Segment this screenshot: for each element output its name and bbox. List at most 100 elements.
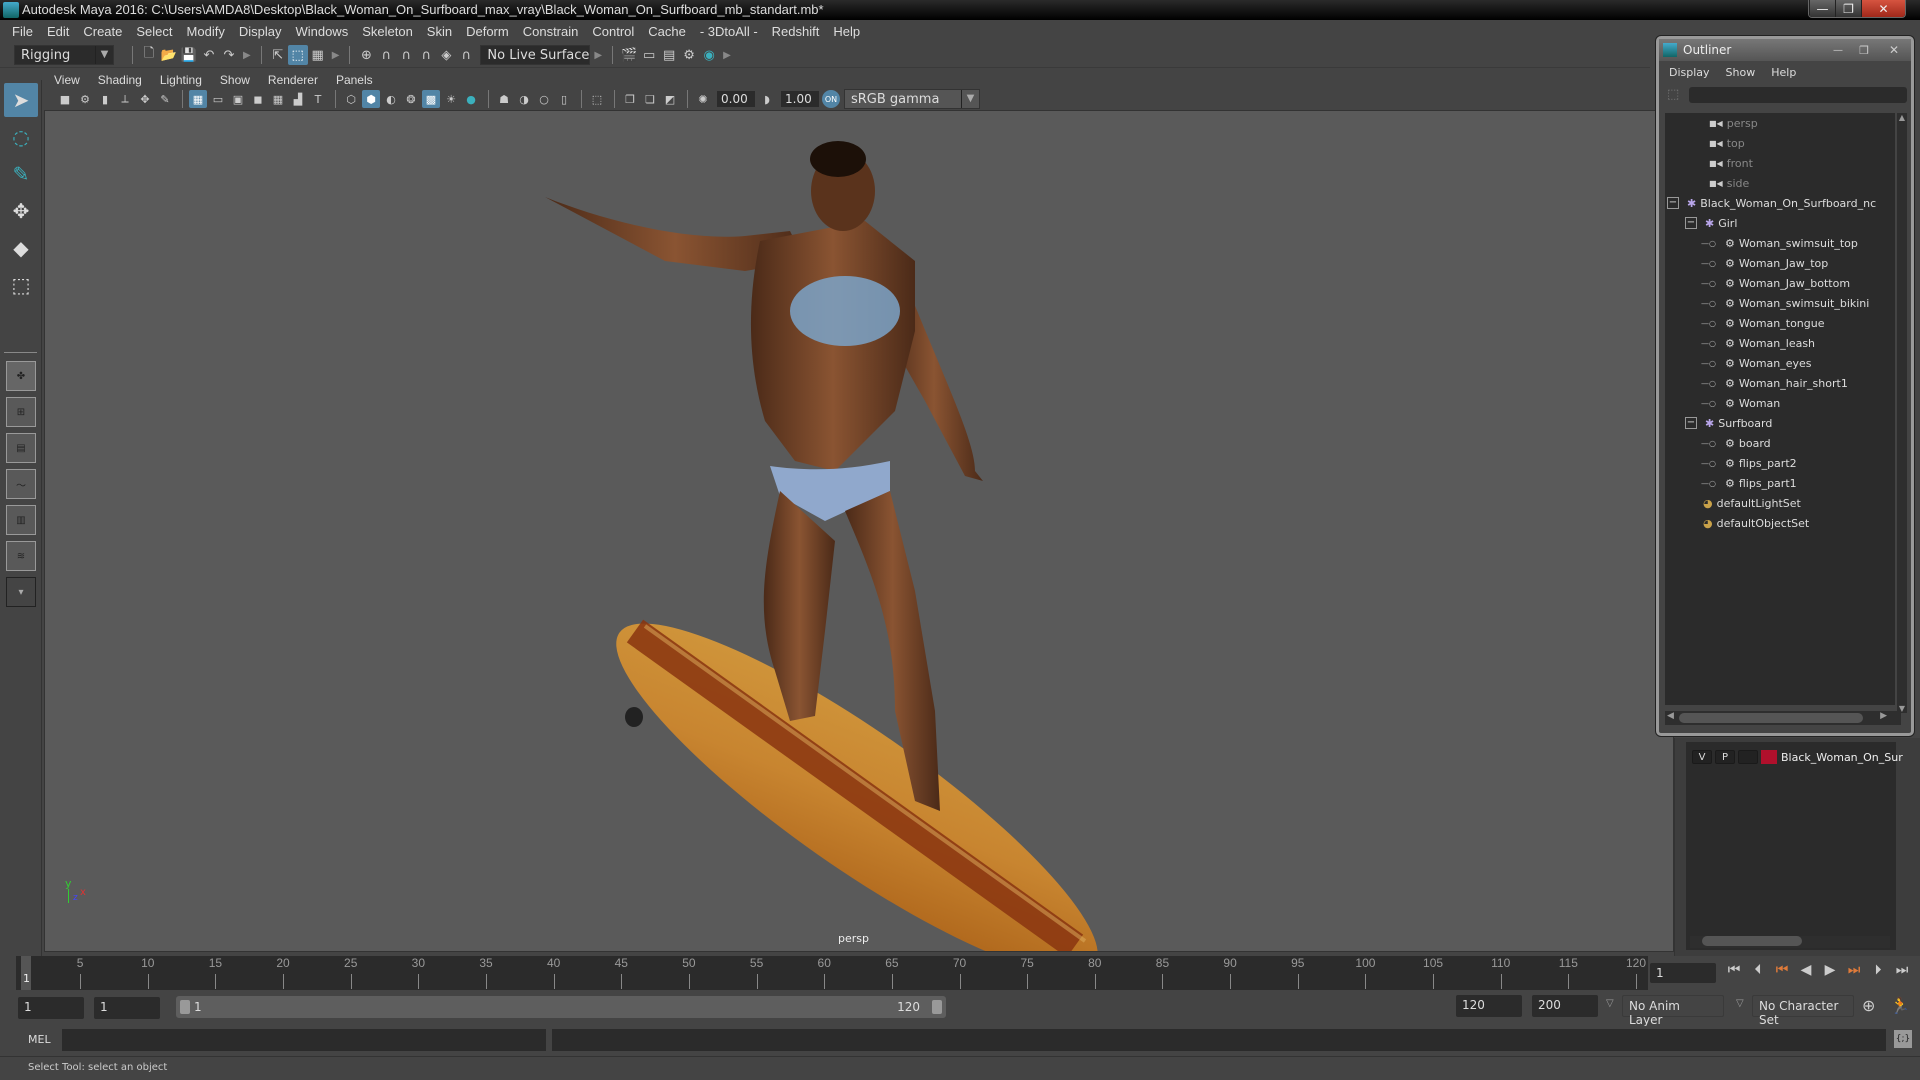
move-tool-icon[interactable]: ✥ xyxy=(4,194,38,228)
anim-layer-dropdown[interactable]: No Anim Layer xyxy=(1622,995,1724,1027)
panel-menu-view[interactable]: View xyxy=(54,73,80,87)
live-surface-field[interactable]: No Live Surface xyxy=(480,45,591,65)
panel-menu-lighting[interactable]: Lighting xyxy=(160,73,202,87)
range-start-handle[interactable] xyxy=(180,1000,190,1014)
film-gate-icon[interactable]: ▭ xyxy=(209,90,227,108)
outliner-item[interactable]: − ✱ Surfboard xyxy=(1665,413,1895,433)
snap-grid-icon[interactable]: ⊕ xyxy=(356,45,376,65)
safe-action-icon[interactable]: ▟ xyxy=(289,90,307,108)
outliner-menu-display[interactable]: Display xyxy=(1669,66,1710,79)
playback-end-field[interactable]: 120 xyxy=(1456,995,1522,1017)
panel-menu-shading[interactable]: Shading xyxy=(98,73,142,87)
end-time-field[interactable]: 200 xyxy=(1532,995,1598,1017)
start-time-field[interactable]: 1 xyxy=(18,997,84,1019)
textured-icon[interactable]: ▩ xyxy=(422,90,440,108)
outliner-item[interactable]: —○ ⚙ Woman_tongue xyxy=(1665,313,1895,333)
outliner-item[interactable]: ■◀ persp xyxy=(1665,113,1895,133)
step-back-key-icon[interactable]: ⏮ xyxy=(1772,962,1792,978)
outliner-item[interactable]: − ✱ Black_Woman_On_Surfboard_nc xyxy=(1665,193,1895,213)
menu-help[interactable]: Help xyxy=(833,24,860,39)
outliner-item[interactable]: —○ ⚙ Woman_Jaw_bottom xyxy=(1665,273,1895,293)
auto-key-icon[interactable]: ⊕ xyxy=(1862,996,1875,1015)
go-to-start-icon[interactable]: ⏮ xyxy=(1724,962,1744,978)
range-slider[interactable]: 1 120 xyxy=(176,996,946,1018)
script-editor-icon[interactable]: {;} xyxy=(1894,1030,1912,1048)
command-input[interactable] xyxy=(62,1029,546,1051)
outliner-item[interactable]: —○ ⚙ flips_part2 xyxy=(1665,453,1895,473)
snap-point-icon[interactable]: ∩ xyxy=(396,45,416,65)
collapse-arrow-icon[interactable]: ▶ xyxy=(243,50,251,61)
collapse-toggle-icon[interactable]: − xyxy=(1685,417,1697,429)
persp-graph-layout-icon[interactable]: 〜 xyxy=(6,469,36,499)
persp-outliner-layout-icon[interactable]: ▤ xyxy=(6,433,36,463)
menu-3dtoall[interactable]: - 3DtoAll - xyxy=(700,24,758,39)
menu-cache[interactable]: Cache xyxy=(648,24,686,39)
menu-edit[interactable]: Edit xyxy=(47,24,69,39)
depth-of-field-icon[interactable]: ▯ xyxy=(555,90,573,108)
redo-icon[interactable]: ↷ xyxy=(219,45,239,65)
perspective-viewport[interactable]: y z x xyxy=(44,110,1674,952)
grid-icon[interactable]: ▦ xyxy=(189,90,207,108)
step-forward-key-icon[interactable]: ⏭ xyxy=(1844,962,1864,978)
outliner-item[interactable]: —○ ⚙ board xyxy=(1665,433,1895,453)
layer-color-swatch[interactable] xyxy=(1761,750,1777,764)
anti-aliasing-icon[interactable]: ○ xyxy=(535,90,553,108)
outliner-scroll-thumb[interactable] xyxy=(1679,713,1863,723)
undo-icon[interactable]: ↶ xyxy=(199,45,219,65)
play-backwards-icon[interactable]: ◀ xyxy=(1796,962,1816,978)
xray-components-icon[interactable]: ◩ xyxy=(661,90,679,108)
layer-row[interactable]: V P Black_Woman_On_Sur xyxy=(1692,750,1903,764)
smooth-shade-icon[interactable]: ⬢ xyxy=(362,90,380,108)
select-component-icon[interactable]: ▦ xyxy=(308,45,328,65)
outliner-item[interactable]: ■◀ front xyxy=(1665,153,1895,173)
character-set-dropdown[interactable]: No Character Set xyxy=(1752,995,1854,1027)
command-language-toggle[interactable]: MEL xyxy=(28,1033,51,1046)
wireframe-on-shaded-icon[interactable]: ❂ xyxy=(402,90,420,108)
scale-tool-icon[interactable]: ⬚ xyxy=(4,268,38,302)
menu-skin[interactable]: Skin xyxy=(427,24,452,39)
current-time-marker[interactable]: 1 xyxy=(21,956,31,990)
outliner-item[interactable]: —○ ⚙ Woman_Jaw_top xyxy=(1665,253,1895,273)
render-view-icon[interactable]: 🎬 xyxy=(619,45,639,65)
menu-file[interactable]: File xyxy=(12,24,33,39)
scroll-right-icon[interactable]: ▶ xyxy=(1880,711,1887,721)
play-forwards-icon[interactable]: ▶ xyxy=(1820,962,1840,978)
snap-view-plane-icon[interactable]: ∩ xyxy=(416,45,436,65)
outliner-item[interactable]: —○ ⚙ Woman_swimsuit_bikini xyxy=(1665,293,1895,313)
layer-visibility-toggle[interactable]: V xyxy=(1692,750,1712,764)
gamma-field[interactable]: 1.00 xyxy=(781,91,819,107)
shadows-icon[interactable]: ● xyxy=(462,90,480,108)
ipr-render-icon[interactable]: ▤ xyxy=(659,45,679,65)
render-settings-icon[interactable]: ⚙ xyxy=(679,45,699,65)
layer-scroll-thumb[interactable] xyxy=(1702,936,1802,946)
new-scene-icon[interactable]: 🗋 xyxy=(139,45,159,65)
render-frame-icon[interactable]: ▭ xyxy=(639,45,659,65)
view-transform-dropdown[interactable]: sRGB gamma ▼ xyxy=(844,89,980,109)
bookmark-icon[interactable]: ▮ xyxy=(96,90,114,108)
menu-modify[interactable]: Modify xyxy=(187,24,225,39)
default-material-icon[interactable]: ◐ xyxy=(382,90,400,108)
four-view-layout-icon[interactable]: ⊞ xyxy=(6,397,36,427)
outliner-item[interactable]: —○ ⚙ flips_part1 xyxy=(1665,473,1895,493)
select-hierarchy-icon[interactable]: ⇱ xyxy=(268,45,288,65)
range-end-handle[interactable] xyxy=(932,1000,942,1014)
menu-redshift[interactable]: Redshift xyxy=(772,24,820,39)
menu-deform[interactable]: Deform xyxy=(466,24,509,39)
filter-toggle-icon[interactable]: ⬚ xyxy=(1667,87,1683,103)
step-forward-frame-icon[interactable]: ⏵ xyxy=(1868,962,1888,978)
resolution-gate-icon[interactable]: ▣ xyxy=(229,90,247,108)
panel-menu-panels[interactable]: Panels xyxy=(336,73,373,87)
outliner-item[interactable]: —○ ⚙ Woman_hair_short1 xyxy=(1665,373,1895,393)
color-management-toggle-icon[interactable]: ON xyxy=(822,90,840,108)
rotate-tool-icon[interactable]: ◆ xyxy=(4,231,38,265)
snap-curve-icon[interactable]: ∩ xyxy=(376,45,396,65)
panel-menu-renderer[interactable]: Renderer xyxy=(268,73,318,87)
minimize-button[interactable]: — xyxy=(1809,0,1835,17)
exposure-icon[interactable]: ✺ xyxy=(694,90,712,108)
hypershade-persp-layout-icon[interactable]: ▥ xyxy=(6,505,36,535)
anim-layer-chevron-icon[interactable]: ▽ xyxy=(1606,998,1614,1009)
layer-playback-toggle[interactable]: P xyxy=(1715,750,1735,764)
use-lights-icon[interactable]: ☀ xyxy=(442,90,460,108)
gate-mask-icon[interactable]: ◼ xyxy=(249,90,267,108)
motion-blur-icon[interactable]: ◑ xyxy=(515,90,533,108)
